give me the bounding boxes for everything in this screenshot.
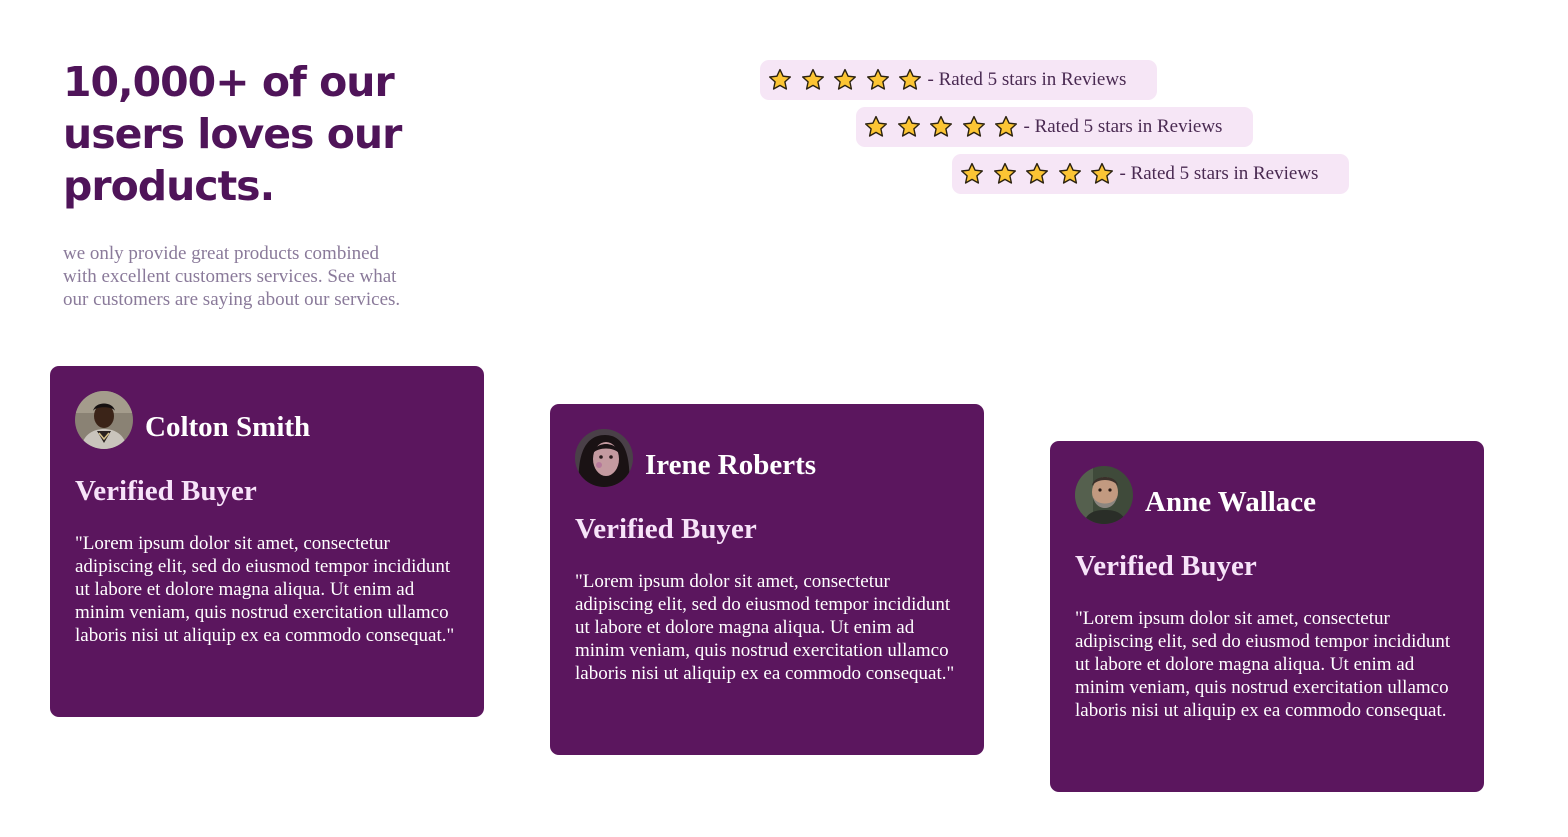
review-quote: "Lorem ipsum dolor sit amet, consectetur…: [1075, 608, 1451, 721]
star-icon: [866, 68, 890, 92]
card-header: Irene Roberts: [575, 428, 959, 488]
star-rating: [768, 68, 931, 92]
star-icon: [833, 68, 857, 92]
hero-section: 10,000+ of our users loves our products.…: [63, 56, 423, 311]
rating-pill: - Rated 5 stars in Reviews: [856, 107, 1253, 147]
rating-pill: - Rated 5 stars in Reviews: [952, 154, 1349, 194]
star-icon: [993, 162, 1017, 186]
hero-subtext: we only provide great products combined …: [63, 243, 401, 310]
review-quote: "Lorem ipsum dolor sit amet, consectetur…: [75, 533, 455, 646]
reviewer-name: Anne Wallace: [1145, 485, 1317, 518]
reviewer-role: Verified Buyer: [75, 475, 257, 507]
star-rating: [864, 115, 1027, 139]
testimonial-card: Irene Roberts Verified Buyer "Lorem ipsu…: [550, 404, 984, 755]
reviewer-name: Irene Roberts: [645, 448, 817, 481]
star-icon: [801, 68, 825, 92]
star-icon: [1090, 162, 1114, 186]
rating-pill: - Rated 5 stars in Reviews: [760, 60, 1157, 100]
star-icon: [960, 162, 984, 186]
hero-heading: 10,000+ of our users loves our products.: [63, 58, 402, 210]
testimonial-card: Colton Smith Verified Buyer "Lorem ipsum…: [50, 366, 484, 717]
star-icon: [962, 115, 986, 139]
testimonial-card: Anne Wallace Verified Buyer "Lorem ipsum…: [1050, 441, 1484, 792]
avatar: [575, 429, 633, 487]
rating-text: - Rated 5 stars in Reviews: [1119, 163, 1319, 184]
star-icon: [994, 115, 1018, 139]
rating-text: - Rated 5 stars in Reviews: [1023, 116, 1223, 137]
avatar: [1075, 466, 1133, 524]
star-icon: [1058, 162, 1082, 186]
star-icon: [898, 68, 922, 92]
card-header: Anne Wallace: [1075, 465, 1459, 525]
reviewer-name: Colton Smith: [145, 410, 311, 443]
star-icon: [897, 115, 921, 139]
reviewer-role: Verified Buyer: [1075, 550, 1257, 582]
rating-text: - Rated 5 stars in Reviews: [927, 69, 1127, 90]
star-icon: [768, 68, 792, 92]
star-icon: [864, 115, 888, 139]
star-icon: [929, 115, 953, 139]
avatar: [75, 391, 133, 449]
review-quote: "Lorem ipsum dolor sit amet, consectetur…: [575, 571, 955, 684]
star-rating: [960, 162, 1123, 186]
card-header: Colton Smith: [75, 390, 459, 450]
reviewer-role: Verified Buyer: [575, 513, 757, 545]
star-icon: [1025, 162, 1049, 186]
